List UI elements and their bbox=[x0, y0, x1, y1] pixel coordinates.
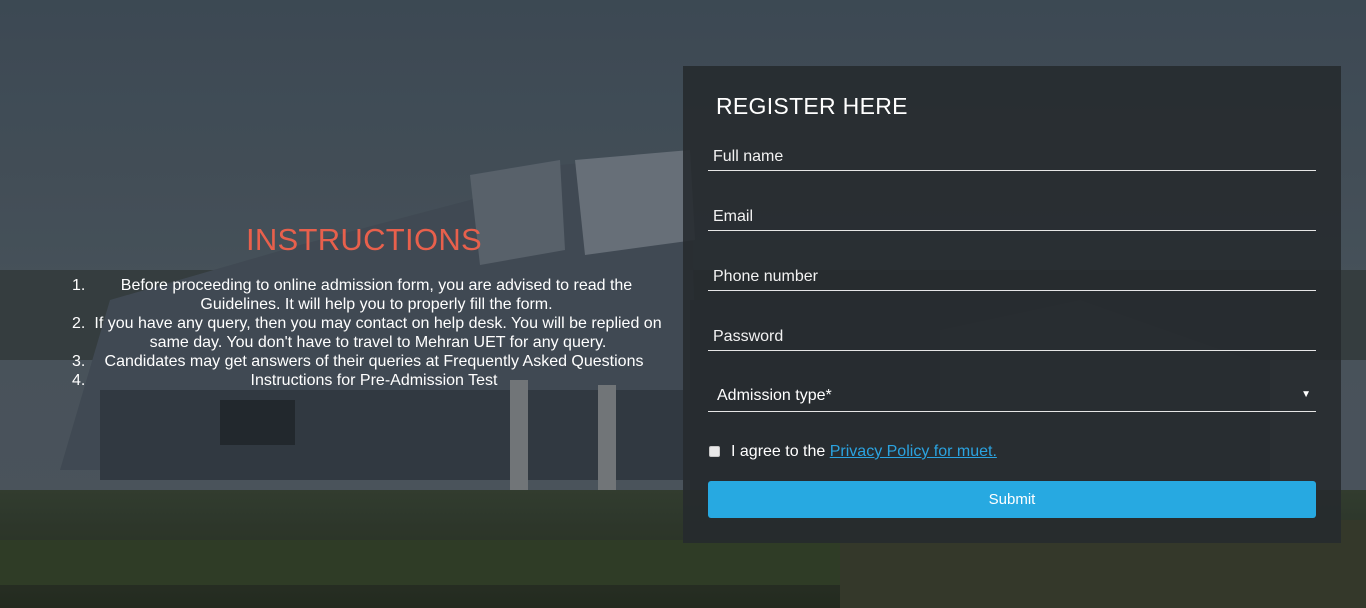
password-field-wrapper bbox=[708, 318, 1316, 351]
instruction-number: 3. bbox=[72, 353, 86, 370]
instructions-title: INSTRUCTIONS bbox=[245, 222, 483, 257]
privacy-policy-link[interactable]: Privacy Policy for muet. bbox=[830, 443, 997, 460]
full-name-field-wrapper bbox=[708, 138, 1316, 171]
instruction-text: Candidates may get answers of their quer… bbox=[104, 353, 644, 370]
email-field-wrapper bbox=[708, 198, 1316, 231]
phone-number-input[interactable] bbox=[708, 258, 1316, 290]
instruction-item: 4. Instructions for Pre-Admission Test bbox=[64, 371, 664, 390]
password-input[interactable] bbox=[708, 318, 1316, 350]
submit-button[interactable]: Submit bbox=[708, 481, 1316, 518]
instruction-item: 2. If you have any query, then you may c… bbox=[64, 314, 664, 352]
caret-down-icon: ▼ bbox=[1301, 389, 1311, 400]
agree-label: I agree to the Privacy Policy for muet. bbox=[731, 443, 997, 461]
email-input[interactable] bbox=[708, 198, 1316, 230]
instruction-number: 2. bbox=[72, 315, 86, 332]
phone-field-wrapper bbox=[708, 258, 1316, 291]
instruction-text: If you have any query, then you may cont… bbox=[94, 315, 662, 351]
admission-type-selected-value: Admission type* bbox=[717, 387, 832, 404]
full-name-input[interactable] bbox=[708, 138, 1316, 170]
agree-text: I agree to the bbox=[731, 443, 830, 460]
register-form: REGISTER HERE Admission type* ▼ I agree … bbox=[683, 66, 1341, 543]
instruction-item: 3. Candidates may get answers of their q… bbox=[64, 352, 664, 371]
instruction-number: 4. bbox=[72, 372, 86, 389]
instruction-text: Before proceeding to online admission fo… bbox=[120, 277, 633, 313]
registration-page: INSTRUCTIONS 1. Before proceeding to onl… bbox=[0, 0, 1366, 608]
instructions-list: 1. Before proceeding to online admission… bbox=[64, 276, 664, 390]
instruction-number: 1. bbox=[72, 277, 86, 294]
register-title: REGISTER HERE bbox=[716, 93, 908, 119]
instructions-section: INSTRUCTIONS 1. Before proceeding to onl… bbox=[64, 222, 664, 390]
instruction-text: Instructions for Pre-Admission Test bbox=[250, 372, 498, 389]
agree-checkbox[interactable] bbox=[709, 446, 720, 457]
instruction-item: 1. Before proceeding to online admission… bbox=[64, 276, 664, 314]
admission-type-select[interactable]: Admission type* ▼ bbox=[708, 377, 1316, 412]
